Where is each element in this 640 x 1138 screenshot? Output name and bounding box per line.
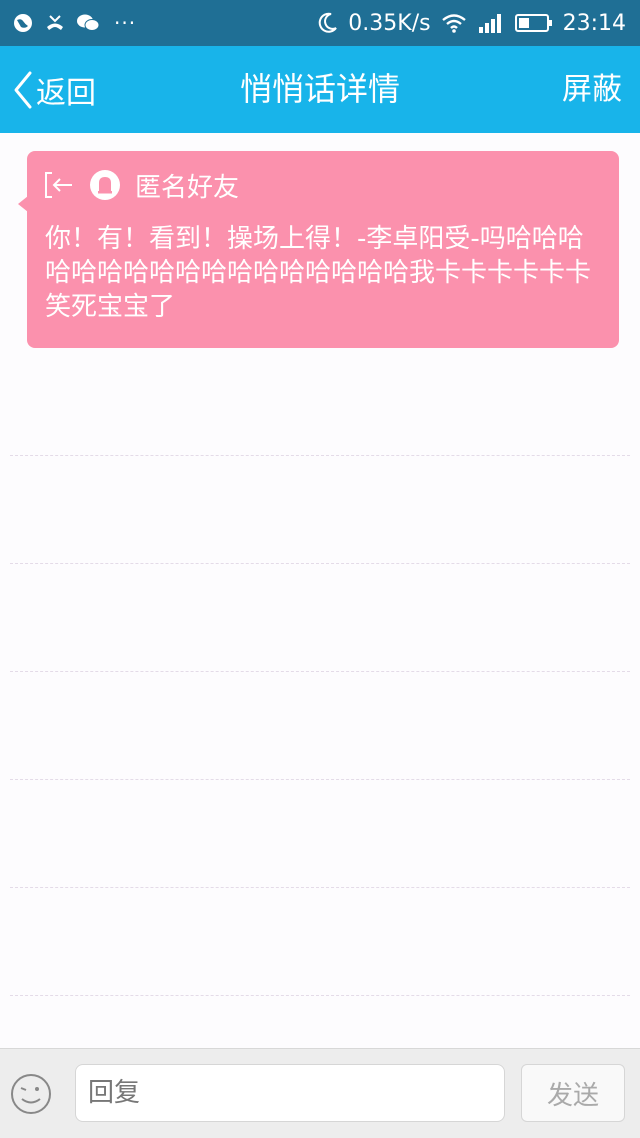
more-notifications: ··· xyxy=(114,11,137,35)
anonymous-avatar-icon xyxy=(89,169,121,201)
missed-call-icon xyxy=(44,12,66,34)
emoji-icon xyxy=(10,1074,52,1119)
title-bar: 返回 悄悄话详情 屏蔽 xyxy=(0,46,640,133)
back-button[interactable]: 返回 xyxy=(12,46,96,133)
message-header: 匿名好友 xyxy=(43,167,239,203)
ruled-line xyxy=(10,455,630,456)
ruled-line xyxy=(10,779,630,780)
globe-icon xyxy=(12,12,34,34)
send-button[interactable]: 发送 xyxy=(521,1064,625,1122)
ruled-line xyxy=(10,995,630,996)
sender-name: 匿名好友 xyxy=(135,172,240,203)
signal-icon xyxy=(477,12,505,34)
bubble-tail xyxy=(18,196,28,212)
ruled-line xyxy=(10,887,630,888)
network-speed: 0.35K/s xyxy=(348,10,431,36)
status-bar-left: ··· xyxy=(12,0,136,46)
battery-icon xyxy=(514,13,553,33)
reply-bar: 发送 xyxy=(0,1048,640,1138)
moon-icon xyxy=(318,12,338,34)
ruled-line xyxy=(10,671,630,672)
page-title: 悄悄话详情 xyxy=(239,70,400,108)
ruled-line xyxy=(10,563,630,564)
chevron-left-icon xyxy=(12,70,34,110)
status-bar: ··· 0.35K/s 23:14 xyxy=(0,0,640,46)
emoji-button[interactable] xyxy=(10,1073,52,1115)
wechat-icon xyxy=(76,12,100,34)
back-label: 返回 xyxy=(36,75,96,111)
status-bar-right: 0.35K/s 23:14 xyxy=(318,0,626,46)
exit-icon xyxy=(43,170,75,200)
clock: 23:14 xyxy=(562,10,626,36)
reply-input[interactable] xyxy=(75,1064,505,1122)
message-bubble: 匿名好友 你！有！看到！操场上得！-李卓阳受-吗哈哈哈哈哈哈哈哈哈哈哈哈哈哈哈哈… xyxy=(18,151,619,348)
wifi-icon xyxy=(441,13,467,33)
block-button[interactable]: 屏蔽 xyxy=(562,46,622,133)
message-text: 你！有！看到！操场上得！-李卓阳受-吗哈哈哈哈哈哈哈哈哈哈哈哈哈哈哈哈哈我卡卡卡… xyxy=(45,224,592,322)
